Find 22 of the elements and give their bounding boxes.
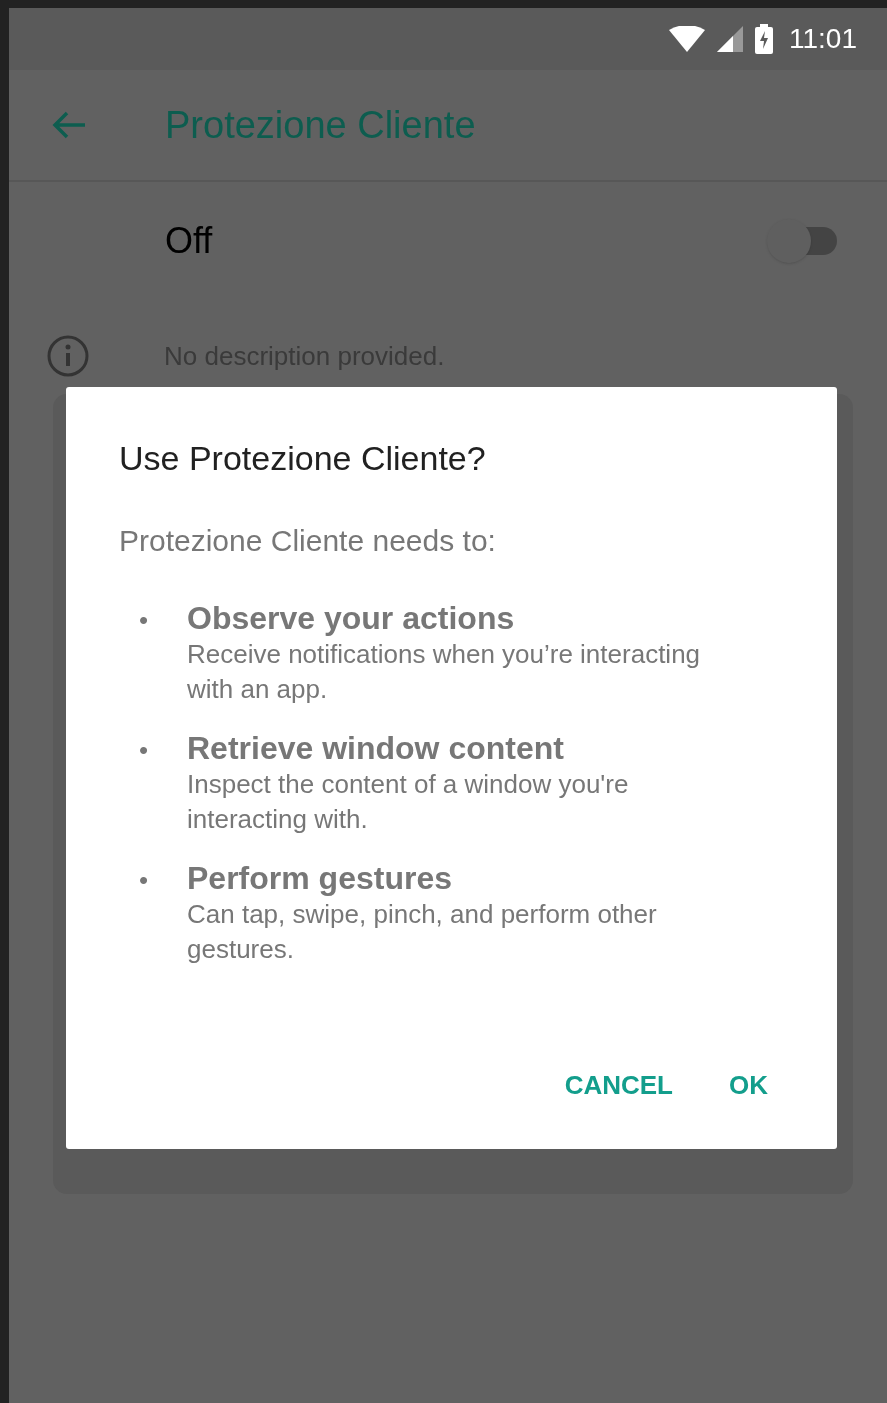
permission-title: Perform gestures (187, 859, 453, 897)
dialog-subtitle: Protezione Cliente needs to: (119, 523, 497, 559)
back-arrow-icon (51, 110, 87, 140)
permission-description: Can tap, swipe, pinch, and perform other gestures. (187, 898, 658, 966)
bullet: • (138, 864, 150, 897)
permission-description: Inspect the content of a window you're interacting with. (187, 768, 630, 836)
wifi-icon (669, 26, 705, 52)
bullet: • (138, 604, 150, 637)
permission-description: Receive notifications when you’re interacting with an app. (187, 638, 702, 706)
permission-title: Observe your actions (187, 599, 516, 637)
dialog-button[interactable]: CANCEL (556, 1058, 681, 1113)
switch-label: Off (165, 219, 213, 263)
permission-title: Retrieve window content (187, 729, 565, 767)
signal-icon (717, 26, 743, 52)
toggle-switch[interactable] (767, 219, 837, 263)
info-icon (46, 334, 90, 378)
bullet: • (138, 734, 150, 767)
dialog-title: Use Protezione Cliente? (119, 438, 487, 479)
clock-time: 11:01 (789, 22, 857, 56)
battery-icon (755, 24, 773, 54)
dialog-button[interactable]: OK (721, 1058, 776, 1113)
screen-title: Protezione Cliente (165, 102, 476, 148)
